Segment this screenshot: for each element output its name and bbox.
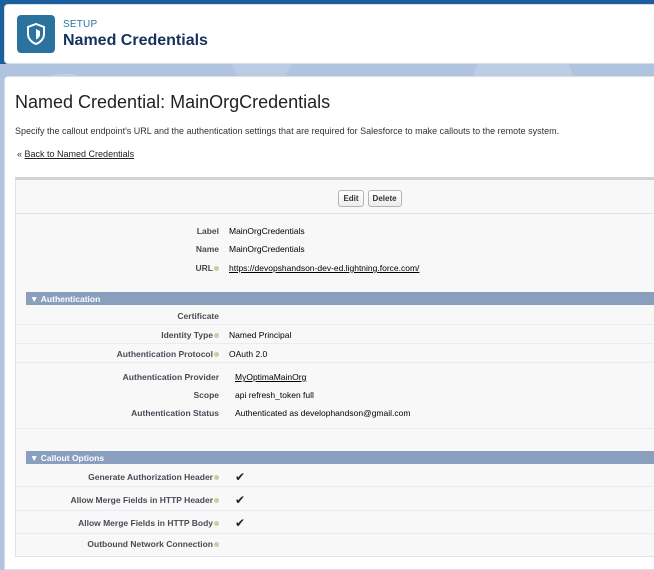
field-label: Allow Merge Fields in HTTP Body bbox=[16, 518, 223, 528]
detail-block: Edit Delete Label MainOrgCredentials Nam… bbox=[15, 177, 654, 557]
identity-type-value: Named Principal bbox=[229, 329, 292, 340]
help-icon[interactable] bbox=[214, 520, 219, 526]
setup-label: SETUP bbox=[63, 18, 98, 30]
protocol-row: Authentication Protocol OAuth 2.0 bbox=[16, 345, 654, 363]
label-value: MainOrgCredentials bbox=[229, 226, 305, 236]
url-row: URL https://devopshandson-dev-ed.lightni… bbox=[16, 259, 654, 277]
merge-body-row: Allow Merge Fields in HTTP Body ✔ bbox=[16, 512, 654, 534]
outbound-network-row: Outbound Network Connection bbox=[16, 534, 654, 554]
field-label: Scope bbox=[193, 390, 219, 400]
merge-header-row: Allow Merge Fields in HTTP Header ✔ bbox=[16, 489, 654, 511]
page-title: Named Credential: MainOrgCredentials bbox=[15, 92, 331, 112]
label-row: Label MainOrgCredentials bbox=[16, 222, 654, 240]
help-icon[interactable] bbox=[214, 266, 219, 272]
protocol-value: OAuth 2.0 bbox=[229, 348, 268, 359]
header-title: Named Credentials bbox=[63, 31, 208, 49]
auth-provider-link[interactable]: MyOptimaMainOrg bbox=[235, 372, 306, 382]
delete-button[interactable]: Delete bbox=[367, 190, 402, 207]
provider-row: Authentication Provider MyOptimaMainOrg bbox=[16, 368, 654, 386]
main-content-card: Named Credential: MainOrgCredentials Spe… bbox=[4, 76, 654, 570]
collapse-triangle-icon[interactable]: ▼ bbox=[30, 453, 41, 463]
field-label: Allow Merge Fields in HTTP Header bbox=[16, 495, 223, 505]
breadcrumb: « Back to Named Credentials bbox=[17, 149, 134, 159]
help-icon[interactable] bbox=[214, 351, 219, 357]
callout-options-section-header[interactable]: ▼ Callout Options bbox=[26, 451, 654, 464]
section-title: Callout Options bbox=[40, 452, 105, 463]
authentication-section-header[interactable]: ▼ Authentication bbox=[26, 292, 654, 305]
help-icon[interactable] bbox=[214, 542, 219, 548]
edit-button[interactable]: Edit bbox=[338, 190, 364, 207]
field-label: Identity Type bbox=[16, 330, 223, 340]
field-label: Generate Authorization Header bbox=[16, 472, 223, 482]
page-description: Specify the callout endpoint's URL and t… bbox=[15, 126, 560, 136]
help-icon[interactable] bbox=[214, 474, 219, 480]
checkmark-icon: ✔ bbox=[235, 515, 246, 530]
field-label: Authentication Provider bbox=[122, 372, 219, 382]
checkmark-icon: ✔ bbox=[235, 492, 246, 507]
button-row: Edit Delete bbox=[16, 190, 654, 207]
setup-header: SETUP Named Credentials bbox=[4, 4, 654, 64]
back-link-prefix: « bbox=[17, 149, 23, 159]
field-label: Authentication Protocol bbox=[16, 349, 223, 359]
name-value: MainOrgCredentials bbox=[229, 244, 305, 254]
back-to-named-credentials-link[interactable]: Back to Named Credentials bbox=[25, 149, 135, 159]
checkmark-icon: ✔ bbox=[235, 469, 246, 484]
section-title: Authentication bbox=[40, 293, 101, 304]
field-label: URL bbox=[16, 263, 223, 273]
field-label: Name bbox=[195, 244, 219, 254]
field-label: Label bbox=[196, 226, 219, 236]
help-icon[interactable] bbox=[214, 497, 219, 503]
scope-row: Scope api refresh_token full bbox=[16, 386, 654, 404]
generate-auth-header-row: Generate Authorization Header ✔ bbox=[16, 467, 654, 487]
scope-value: api refresh_token full bbox=[235, 390, 314, 400]
name-row: Name MainOrgCredentials bbox=[16, 240, 654, 258]
certificate-row: Certificate bbox=[16, 307, 654, 325]
collapse-triangle-icon[interactable]: ▼ bbox=[30, 294, 41, 304]
identity-type-row: Identity Type Named Principal bbox=[16, 326, 654, 344]
divider bbox=[16, 213, 654, 214]
field-label: Outbound Network Connection bbox=[16, 539, 223, 549]
field-label: Certificate bbox=[177, 310, 219, 321]
divider bbox=[16, 412, 654, 429]
url-link[interactable]: https://devopshandson-dev-ed.lightning.f… bbox=[229, 263, 419, 273]
help-icon[interactable] bbox=[214, 332, 219, 338]
setup-shield-icon bbox=[17, 15, 55, 53]
